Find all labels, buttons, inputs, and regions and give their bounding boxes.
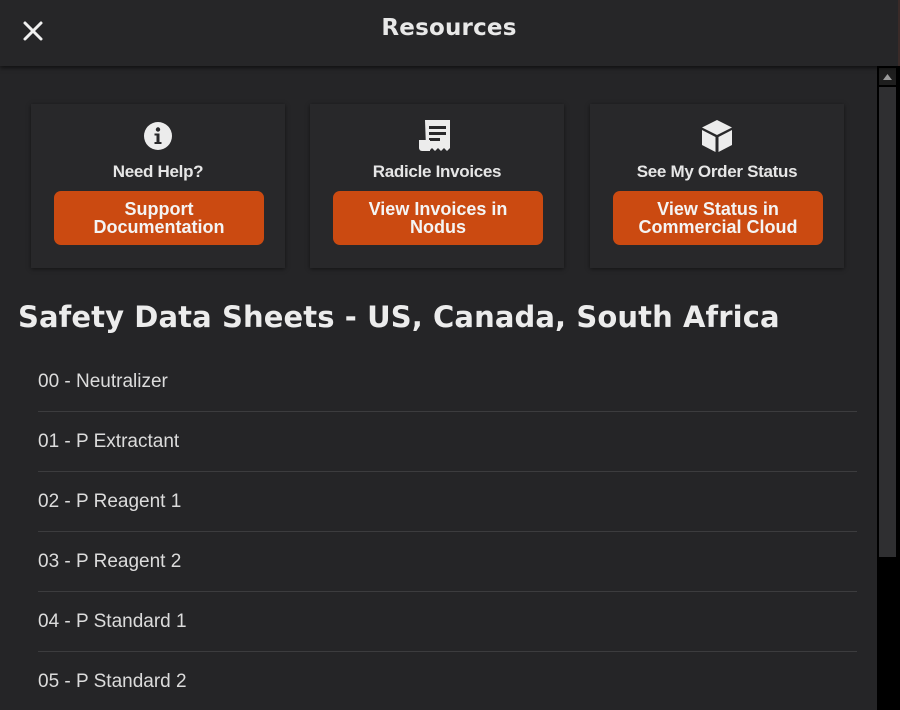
modal-content: Need Help? Support Documentation Radicle… [0,66,877,710]
support-documentation-button[interactable]: Support Documentation [54,191,264,245]
list-item[interactable]: 01 - P Extractant [38,412,857,472]
list-item[interactable]: 00 - Neutralizer [38,352,857,412]
sds-list: 00 - Neutralizer 01 - P Extractant 02 - … [38,352,857,710]
modal-header: Resources [0,0,898,66]
section-title: Safety Data Sheets - US, Canada, South A… [18,300,780,334]
help-card-label: Need Help? [112,162,204,181]
help-card: Need Help? Support Documentation [31,104,285,268]
invoices-card: Radicle Invoices View Invoices in Nodus [310,104,564,268]
list-item-label: 03 - P Reagent 2 [38,550,182,572]
list-item[interactable]: 02 - P Reagent 1 [38,472,857,532]
list-item-label: 01 - P Extractant [38,430,180,452]
view-status-button[interactable]: View Status in Commercial Cloud [613,191,823,245]
triangle-up-icon [883,73,892,80]
list-item-label: 05 - P Standard 2 [38,670,187,692]
list-item[interactable]: 03 - P Reagent 2 [38,532,857,592]
box-package-icon [702,120,732,152]
scroll-thumb[interactable] [879,87,896,557]
list-item-label: 02 - P Reagent 1 [38,490,182,512]
info-circle-icon [144,122,172,150]
invoices-card-label: Radicle Invoices [372,162,502,181]
view-invoices-button[interactable]: View Invoices in Nodus [333,191,543,245]
resources-modal: Resources Need Help? Support Documentati… [0,0,898,710]
order-status-card: See My Order Status View Status in Comme… [590,104,844,268]
scroll-up-button[interactable] [879,68,896,85]
invoice-receipt-icon [419,120,450,151]
page-title: Resources [381,15,517,41]
list-item-label: 04 - P Standard 1 [38,610,187,632]
list-item[interactable]: 04 - P Standard 1 [38,592,857,652]
scrollbar[interactable] [877,66,898,710]
order-status-card-label: See My Order Status [636,162,798,181]
list-item-label: 00 - Neutralizer [38,370,168,392]
list-item[interactable]: 05 - P Standard 2 [38,652,857,710]
